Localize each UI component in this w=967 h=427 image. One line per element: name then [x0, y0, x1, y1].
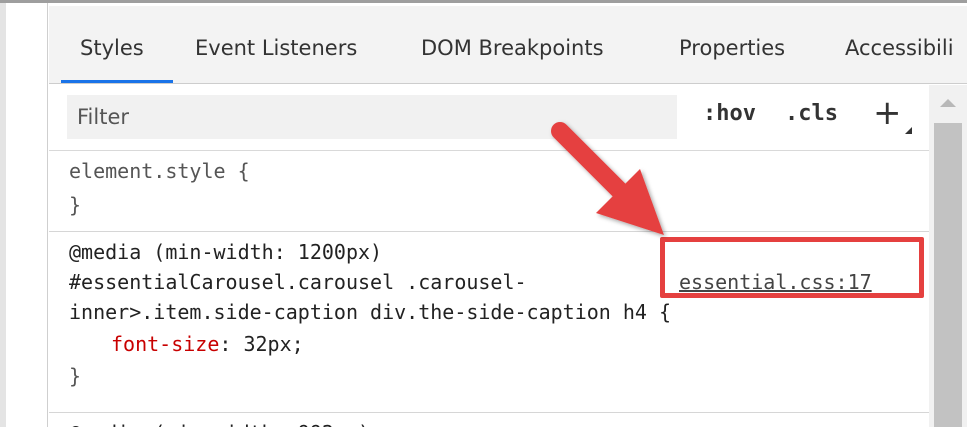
tab-accessibility[interactable]: Accessibili	[841, 36, 958, 82]
property-value[interactable]: : 32px;	[219, 332, 303, 356]
rule-close-brace-2: }	[69, 364, 82, 388]
scrollbar[interactable]	[929, 85, 967, 427]
property-name[interactable]: font-size	[111, 332, 219, 356]
hover-state-button[interactable]: :hov	[703, 101, 756, 126]
scroll-up-arrow-icon[interactable]	[940, 99, 956, 107]
devtools-frame: Styles Event Listeners DOM Breakpoints P…	[0, 0, 967, 427]
filter-input[interactable]	[67, 95, 677, 139]
css-declaration[interactable]: font-size: 32px;	[111, 329, 304, 359]
scroll-thumb[interactable]	[934, 123, 962, 427]
element-style-rule: element.style { }	[49, 152, 929, 232]
tab-styles[interactable]: Styles	[76, 36, 148, 82]
tab-event-listeners[interactable]: Event Listeners	[191, 36, 361, 82]
selector-line-1[interactable]: #essentialCarousel.carousel .carousel-	[69, 267, 527, 297]
new-style-rule-button[interactable]: +	[873, 93, 902, 133]
active-tab-indicator	[61, 80, 173, 83]
tab-dom-breakpoints[interactable]: DOM Breakpoints	[417, 36, 608, 82]
annotation-highlight-box	[660, 237, 924, 298]
class-toggle-button[interactable]: .cls	[785, 101, 838, 126]
media-query: @media (min-width: 1200px)	[69, 240, 383, 264]
next-rule-partial: @media (min-width: 992px)	[49, 414, 929, 427]
tab-bar: Styles Event Listeners DOM Breakpoints P…	[49, 6, 967, 84]
tab-properties[interactable]: Properties	[675, 36, 789, 82]
filter-toolbar: :hov .cls +	[49, 85, 929, 151]
selector-line-2[interactable]: inner>.item.side-caption div.the-side-ca…	[69, 297, 671, 327]
plus-corner-icon	[905, 127, 912, 134]
left-gutter	[0, 3, 48, 427]
rule-close-brace: }	[69, 193, 82, 217]
element-style-selector[interactable]: element.style {	[69, 156, 250, 186]
styles-panel: Styles Event Listeners DOM Breakpoints P…	[49, 6, 967, 427]
next-media-query: @media (min-width: 992px)	[69, 418, 370, 427]
